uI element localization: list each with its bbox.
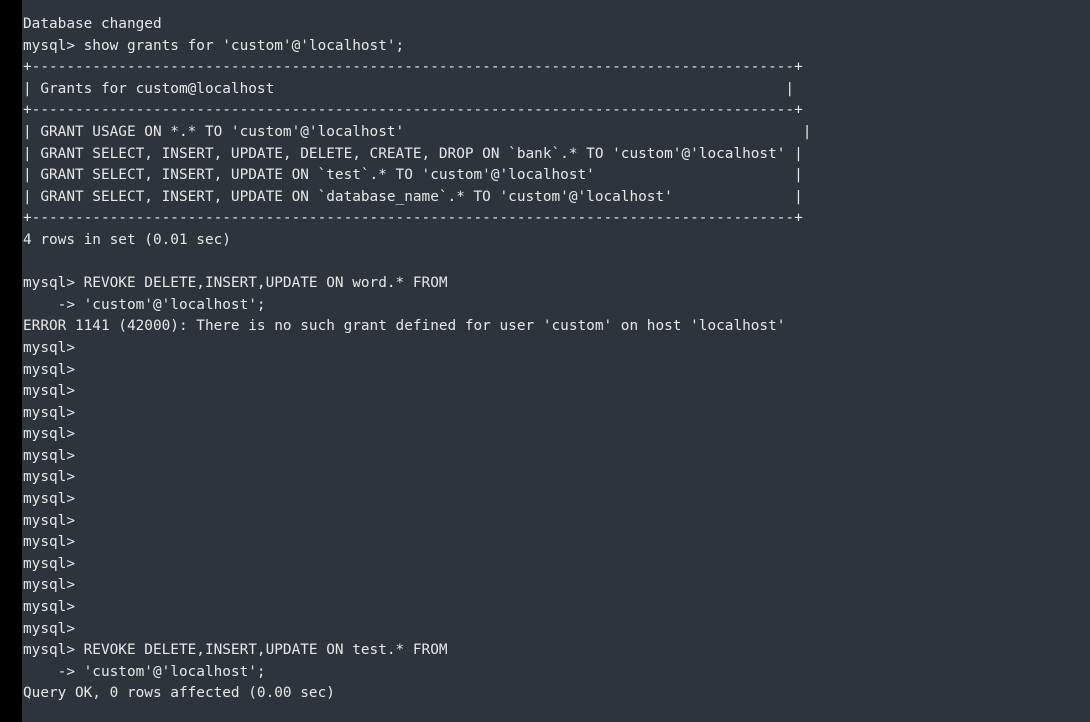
table-header: | Grants for custom@localhost | — [23, 80, 795, 97]
table-row: | GRANT USAGE ON *.* TO 'custom'@'localh… — [23, 123, 812, 140]
command-continuation: -> 'custom'@'localhost'; — [23, 663, 266, 680]
mysql-prompt: mysql> — [23, 426, 75, 443]
window-left-edge — [0, 0, 22, 722]
mysql-prompt: mysql> — [23, 383, 75, 400]
mysql-prompt: mysql> — [23, 512, 75, 529]
error-message: ERROR 1141 (42000): There is no such gra… — [23, 318, 786, 335]
output-line: Database changed — [23, 16, 162, 32]
mysql-prompt: mysql> — [23, 599, 75, 616]
table-border: +---------------------------------------… — [23, 102, 803, 119]
mysql-prompt: mysql> — [23, 361, 75, 378]
mysql-prompt: mysql> — [23, 447, 75, 464]
table-row: | GRANT SELECT, INSERT, UPDATE, DELETE, … — [23, 145, 803, 162]
table-row: | GRANT SELECT, INSERT, UPDATE ON `datab… — [23, 188, 803, 205]
mysql-prompt: mysql> — [23, 620, 75, 637]
mysql-prompt: mysql> — [23, 404, 75, 421]
result-summary: 4 rows in set (0.01 sec) — [23, 231, 231, 248]
command-continuation: -> 'custom'@'localhost'; — [23, 296, 266, 313]
command-line: mysql> REVOKE DELETE,INSERT,UPDATE ON te… — [23, 642, 448, 659]
mysql-prompt: mysql> — [23, 555, 75, 572]
terminal-window: Database changed mysql> show grants for … — [0, 0, 1090, 722]
command-line: mysql> REVOKE DELETE,INSERT,UPDATE ON wo… — [23, 275, 448, 292]
table-border: +---------------------------------------… — [23, 59, 803, 76]
command-line: mysql> show grants for 'custom'@'localho… — [23, 37, 405, 54]
mysql-prompt: mysql> — [23, 534, 75, 551]
table-row: | GRANT SELECT, INSERT, UPDATE ON `test`… — [23, 167, 803, 184]
mysql-prompt: mysql> — [23, 339, 75, 356]
mysql-prompt: mysql> — [23, 491, 75, 508]
table-border: +---------------------------------------… — [23, 210, 803, 227]
result-summary: Query OK, 0 rows affected (0.00 sec) — [23, 685, 335, 702]
terminal-output[interactable]: Database changed mysql> show grants for … — [22, 0, 1090, 722]
mysql-prompt: mysql> — [23, 577, 75, 594]
mysql-prompt: mysql> — [23, 469, 75, 486]
